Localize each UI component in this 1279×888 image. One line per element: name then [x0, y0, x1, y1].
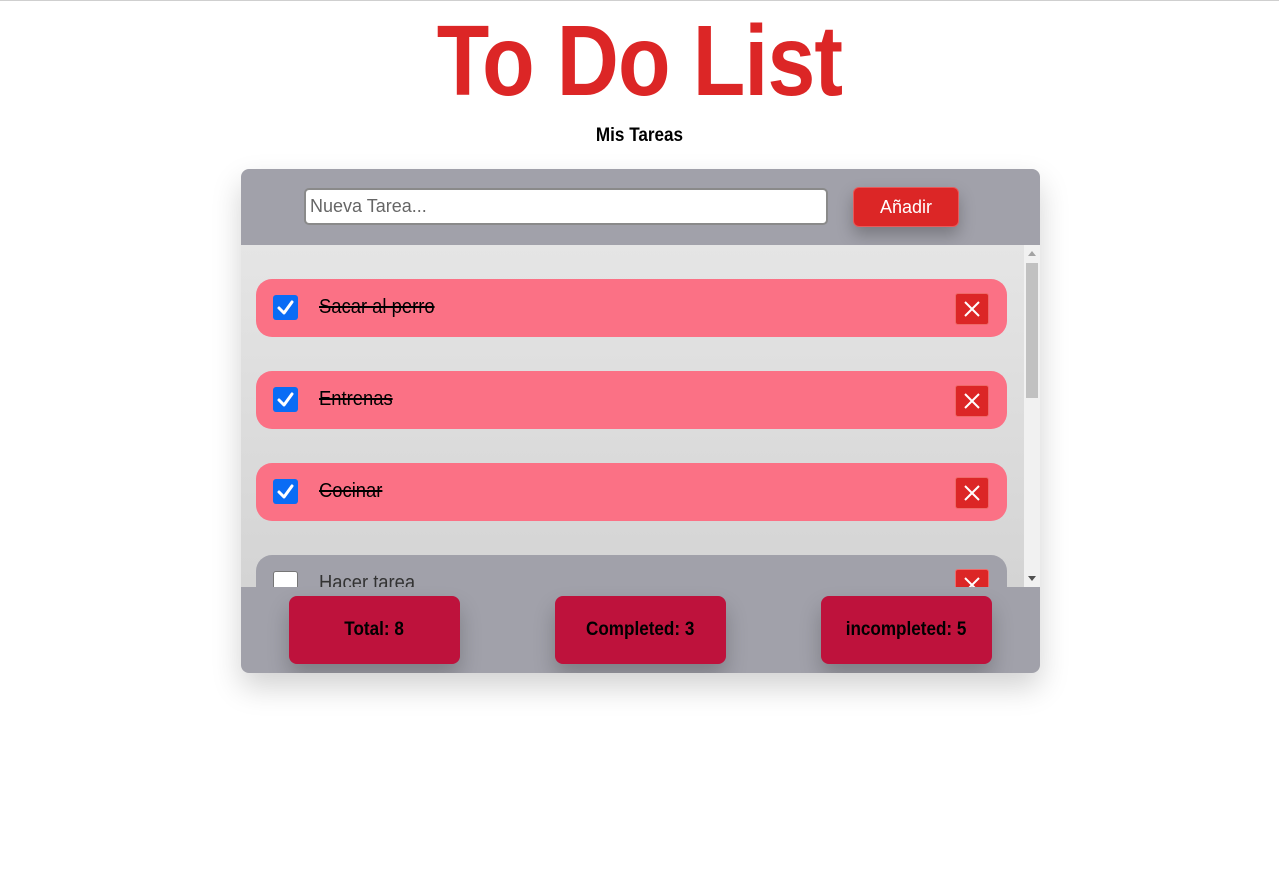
- task-text: Cocinar: [319, 480, 383, 502]
- scroll-up-arrow-icon[interactable]: [1028, 251, 1036, 256]
- task-item: Hacer tarea: [256, 555, 1007, 587]
- task-checkbox[interactable]: [273, 295, 298, 320]
- task-text: Entrenas: [319, 388, 393, 410]
- add-button[interactable]: Añadir: [853, 187, 959, 227]
- check-icon: [277, 484, 294, 499]
- task-item: Cocinar: [256, 463, 1007, 521]
- task-list[interactable]: Sacar al perro Entrenas Cocinar Hacer ta…: [241, 245, 1024, 587]
- total-stat: Total: 8: [289, 596, 460, 664]
- check-icon: [277, 392, 294, 407]
- completed-stat: Completed: 3: [555, 596, 726, 664]
- page-title: To Do List: [436, 5, 843, 117]
- task-text: Sacar al perro: [319, 296, 435, 318]
- scroll-down-arrow-icon[interactable]: [1028, 576, 1036, 581]
- task-checkbox[interactable]: [273, 571, 298, 587]
- total-stat-label: Total: 8: [344, 619, 405, 640]
- task-checkbox[interactable]: [273, 387, 298, 412]
- close-icon: [964, 301, 980, 317]
- card-header: Añadir: [241, 169, 1040, 245]
- delete-task-button[interactable]: [955, 477, 989, 509]
- stats-footer: Total: 8 Completed: 3 incompleted: 5: [241, 587, 1040, 673]
- top-border: [0, 0, 1279, 1]
- list-scrollbar[interactable]: [1024, 245, 1040, 587]
- incompleted-stat: incompleted: 5: [821, 596, 992, 664]
- todo-card: Añadir Sacar al perro Entrenas Co: [241, 169, 1040, 673]
- task-text: Hacer tarea: [319, 572, 416, 587]
- completed-stat-label: Completed: 3: [586, 619, 695, 640]
- scroll-thumb[interactable]: [1026, 263, 1038, 398]
- new-task-input[interactable]: [304, 188, 828, 225]
- page-subtitle: Mis Tareas: [595, 125, 684, 146]
- delete-task-button[interactable]: [955, 293, 989, 325]
- task-checkbox[interactable]: [273, 479, 298, 504]
- check-icon: [277, 300, 294, 315]
- close-icon: [964, 485, 980, 501]
- delete-task-button[interactable]: [955, 569, 989, 587]
- task-item: Entrenas: [256, 371, 1007, 429]
- close-icon: [964, 393, 980, 409]
- delete-task-button[interactable]: [955, 385, 989, 417]
- incompleted-stat-label: incompleted: 5: [846, 619, 967, 640]
- task-item: Sacar al perro: [256, 279, 1007, 337]
- close-icon: [964, 577, 980, 587]
